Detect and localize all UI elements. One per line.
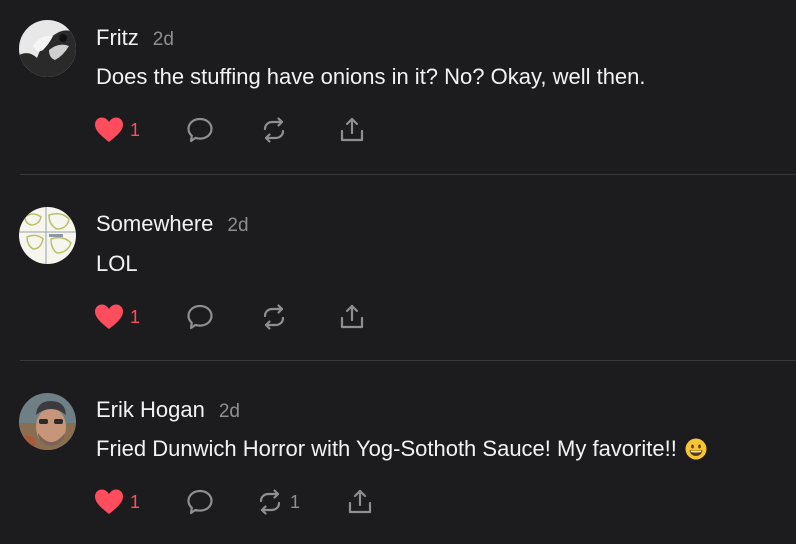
like-button[interactable]: 1 (94, 115, 140, 145)
restack-count: 1 (290, 491, 301, 512)
restack-arrows-icon (260, 116, 288, 144)
comment-header: Somewhere 2d (96, 211, 249, 237)
share-upload-icon (338, 116, 366, 144)
author-name[interactable]: Erik Hogan (96, 397, 205, 423)
avatar[interactable] (19, 393, 76, 450)
like-button[interactable]: 1 (94, 302, 140, 332)
comment-body: LOL (96, 251, 138, 276)
speech-bubble-icon (186, 488, 214, 516)
heart-filled-icon (94, 488, 124, 516)
reply-button[interactable] (186, 487, 214, 517)
restack-arrows-icon (256, 488, 284, 516)
grinning-face-emoji (685, 438, 707, 460)
restack-arrows-icon (260, 303, 288, 331)
speech-bubble-icon (186, 303, 214, 331)
timestamp[interactable]: 2d (227, 215, 248, 237)
share-button[interactable] (346, 487, 374, 517)
author-name[interactable]: Fritz (96, 25, 139, 51)
like-count: 1 (130, 119, 141, 140)
restack-button[interactable] (260, 115, 294, 145)
reply-button[interactable] (186, 115, 214, 145)
avatar[interactable] (19, 20, 76, 77)
restack-button[interactable]: 1 (256, 487, 300, 517)
comment-body: Does the stuffing have onions in it? No?… (96, 64, 646, 89)
comment-header: Fritz 2d (96, 25, 174, 51)
comment-text: LOL (96, 251, 138, 277)
like-button[interactable]: 1 (94, 487, 140, 517)
share-button[interactable] (338, 302, 366, 332)
author-name[interactable]: Somewhere (96, 211, 213, 237)
heart-filled-icon (94, 116, 124, 144)
comment: Somewhere 2d LOL 1 (0, 175, 796, 361)
comment-text: Does the stuffing have onions in it? No?… (96, 64, 646, 90)
like-count: 1 (130, 306, 141, 327)
reply-button[interactable] (186, 302, 214, 332)
share-upload-icon (346, 488, 374, 516)
heart-filled-icon (94, 303, 124, 331)
share-button[interactable] (338, 115, 366, 145)
comment-text: Fried Dunwich Horror with Yog-Sothoth Sa… (96, 436, 707, 462)
timestamp[interactable]: 2d (219, 401, 240, 423)
comment: Erik Hogan 2d Fried Dunwich Horror with … (0, 361, 796, 544)
comment-header: Erik Hogan 2d (96, 397, 240, 423)
share-upload-icon (338, 303, 366, 331)
avatar[interactable] (19, 207, 76, 264)
comment: Fritz 2d Does the stuffing have onions i… (0, 0, 796, 175)
restack-button[interactable] (260, 302, 294, 332)
timestamp[interactable]: 2d (153, 29, 174, 51)
speech-bubble-icon (186, 116, 214, 144)
like-count: 1 (130, 491, 141, 512)
comment-body: Fried Dunwich Horror with Yog-Sothoth Sa… (96, 436, 677, 461)
